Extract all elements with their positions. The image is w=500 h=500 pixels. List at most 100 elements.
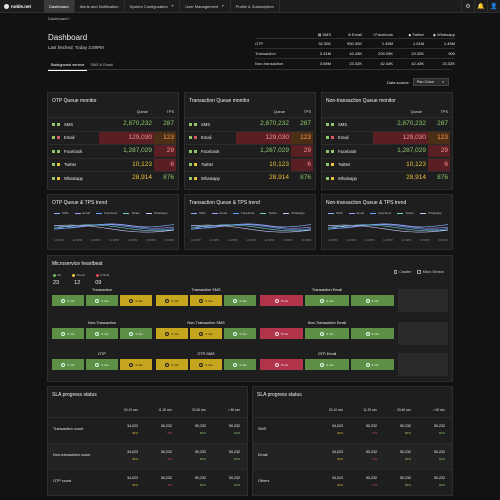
queue-row: Whatsapp 28,914 876	[48, 171, 178, 184]
status-square-icon	[52, 176, 55, 180]
nav-item[interactable]: Profile & Subscription	[231, 0, 280, 13]
summary-column-header: ▤SMS	[300, 32, 331, 37]
checkbox-icon[interactable]	[393, 270, 398, 274]
sla-percent: 0%	[167, 431, 172, 435]
queue-value: 2,870,232	[260, 120, 289, 127]
heartbeat-option-checkbox[interactable]: Crawler	[393, 270, 411, 274]
bell-icon[interactable]: 🔔	[474, 0, 487, 13]
heartbeat-chip[interactable]: 5 min	[305, 328, 349, 339]
sla-percent: 34%	[131, 457, 138, 461]
tps-value: 123	[291, 131, 313, 144]
trend-legend-item: SMS	[328, 211, 343, 215]
whatsapp-icon: ◉	[432, 32, 436, 37]
heartbeat-chip[interactable]: 5 min	[52, 328, 84, 339]
user-icon[interactable]: 👤	[487, 0, 500, 13]
heartbeat-chip[interactable]: 5 min	[260, 359, 304, 370]
heartbeat-chip[interactable]: 5 min	[224, 295, 256, 306]
heartbeat-chip[interactable]: 5 min	[156, 328, 188, 339]
heartbeat-chip[interactable]: 5 min	[224, 359, 256, 370]
status-square-icon	[330, 176, 334, 180]
heartbeat-chip-label: 5 min	[101, 298, 109, 303]
heartbeat-chip[interactable]: 5 min	[120, 328, 152, 339]
legend-line-icon	[211, 212, 218, 214]
trend-lines	[191, 223, 311, 233]
heartbeat-chip[interactable]: 5 min	[260, 328, 304, 339]
heartbeat-chip[interactable]: 5 min	[350, 328, 394, 339]
sla-value: 50,232	[366, 476, 377, 480]
settings-icon[interactable]: ⚙	[461, 0, 474, 13]
trend-legend-label: Twitter	[268, 211, 278, 215]
heartbeat-chip-label: 5 min	[135, 298, 143, 303]
trend-legend-item: Email	[74, 211, 90, 215]
heartbeat-chip[interactable]: 5 min	[190, 295, 222, 306]
heartbeat-empty-slot	[398, 353, 448, 376]
heartbeat-legend-item: OK	[53, 273, 61, 277]
status-ring-icon	[233, 331, 238, 336]
heartbeat-chip[interactable]: 5 min	[120, 295, 152, 306]
trend-tick-label: 15:00PM	[301, 239, 311, 242]
heartbeat-chip[interactable]: 5 min	[86, 328, 118, 339]
nav-item[interactable]: Dashboard	[44, 0, 75, 13]
trend-x-axis: 14:00PM 14:10PM 14:20PM 14:30PM 14:40PM 14:50…	[328, 239, 448, 242]
summary-column-header: fFacebook	[362, 32, 393, 37]
heartbeat-chip[interactable]: 5 min	[120, 359, 152, 370]
heartbeat-option-checkbox[interactable]: Micro Service	[417, 270, 444, 274]
status-ring-icon	[95, 298, 100, 303]
heartbeat-chip[interactable]: 5 min	[52, 295, 84, 306]
status-square-icon	[52, 163, 55, 166]
heartbeat-chip[interactable]: 5 min	[224, 328, 256, 339]
heartbeat-chip[interactable]: 5 min	[86, 359, 118, 370]
logo-text: noble.net	[11, 3, 31, 9]
trend-tick-label: 14:10PM	[72, 239, 82, 242]
heartbeat-chip[interactable]: 5 min	[305, 295, 349, 306]
heartbeat-chip[interactable]: 5 min	[350, 295, 394, 306]
chevron-down-icon: ▼	[170, 4, 175, 8]
sla-value: 50,232	[366, 450, 377, 454]
heartbeat-chip[interactable]: 5 min	[52, 359, 84, 370]
logo[interactable]: noble.net	[0, 3, 44, 9]
heartbeat-chip[interactable]: 5 min	[305, 359, 349, 370]
trend-tick-label: 14:10PM	[209, 239, 219, 242]
heartbeat-chip[interactable]: 5 min	[260, 295, 304, 306]
queue-panel: Transaction Queue monitor Queue TPS SMS 2,87…	[184, 92, 316, 190]
tps-column-header: TPS	[303, 110, 311, 114]
summary-column-label: SMS	[322, 31, 331, 37]
nav-item[interactable]: Alerts and Notification	[75, 0, 125, 13]
sla-value: 50,232	[195, 476, 206, 480]
heartbeat-chip[interactable]: 5 min	[190, 359, 222, 370]
trend-legend-label: Whatsapp	[154, 211, 168, 215]
heartbeat-chip[interactable]: 5 min	[156, 295, 188, 306]
heartbeat-chip-label: 5 min	[371, 298, 379, 303]
sla-column-header: 30-60 sec	[192, 408, 206, 412]
status-square-icon	[56, 122, 60, 126]
nav-item[interactable]: User Management ▼	[180, 0, 231, 13]
queue-row: SMS 2,870,232 287	[185, 117, 315, 130]
top-nav: noble.net Dashboard Alerts and Notificati…	[0, 0, 500, 13]
status-square-icon	[189, 176, 192, 180]
heartbeat-chip-label: 5 min	[205, 298, 213, 303]
status-ring-icon	[274, 362, 279, 367]
heartbeat-chip-label: 5 min	[239, 331, 247, 336]
status-square-icon	[326, 163, 329, 166]
checkbox-icon[interactable]	[417, 270, 421, 274]
data-source-select[interactable]: Pan Cuba ▼	[412, 78, 449, 86]
queue-value: 28,914	[406, 174, 426, 181]
breadcrumb[interactable]: Dashboard /	[48, 16, 70, 21]
trend-legend-label: Facebook	[378, 211, 392, 215]
status-ring-icon	[320, 331, 325, 336]
sla-percent: 0%	[372, 431, 377, 435]
sla-value: 50,232	[161, 424, 172, 428]
trend-legend-label: Facebook	[104, 211, 118, 215]
heartbeat-chip[interactable]: 5 min	[156, 359, 188, 370]
summary-cell: 209.29K	[378, 51, 393, 56]
summary-cell: 23.32K	[442, 61, 455, 66]
heartbeat-chip[interactable]: 5 min	[350, 359, 394, 370]
heartbeat-chip[interactable]: 5 min	[86, 295, 118, 306]
status-ring-icon	[199, 298, 204, 303]
sla-value: 34,023	[332, 424, 343, 428]
heartbeat-chip-label: 5 min	[239, 298, 247, 303]
heartbeat-chip[interactable]: 5 min	[190, 328, 222, 339]
nav-item[interactable]: System Configuration ▼	[125, 0, 181, 13]
tps-value: 29	[291, 145, 313, 157]
tps-value: 287	[437, 120, 448, 127]
